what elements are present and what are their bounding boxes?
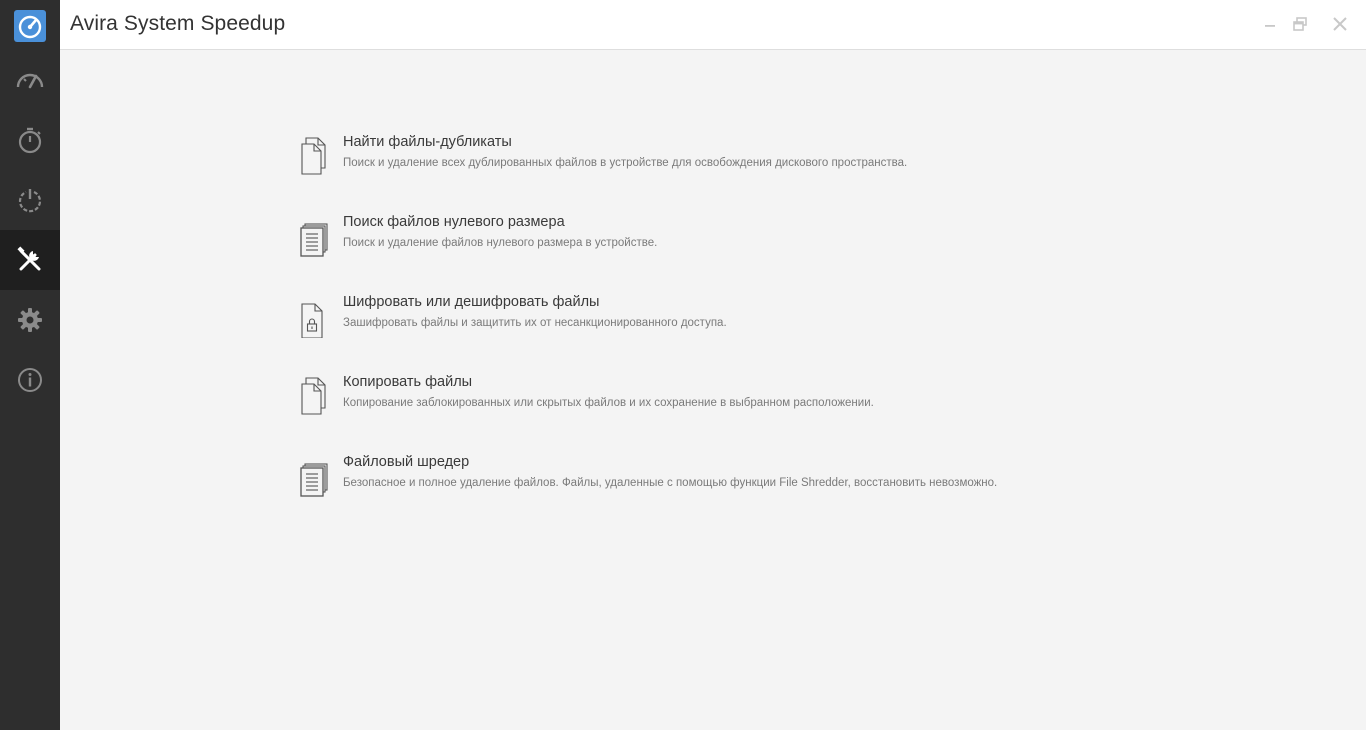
tool-title: Копировать файлы	[343, 374, 473, 390]
tool-title: Шифровать или дешифровать файлы	[343, 294, 600, 310]
app-title: Avira System Speedup	[70, 12, 286, 35]
speedometer-icon	[16, 73, 44, 89]
stopwatch-icon	[18, 127, 42, 154]
tool-description: Безопасное и полное удаление файлов. Фай…	[343, 477, 998, 489]
minimize-icon	[1265, 25, 1275, 27]
speedometer-logo-icon	[18, 15, 42, 39]
tool-description: Поиск и удаление всех дублированных файл…	[343, 157, 908, 169]
sidebar-item-tools[interactable]	[0, 230, 60, 290]
sidebar-item-optimize[interactable]	[0, 110, 60, 170]
tool-file-shredder[interactable]: Файловый шредер Безопасное и полное удал…	[298, 454, 1118, 516]
locked-file-icon	[301, 303, 323, 338]
shredder-document-icon	[300, 463, 328, 497]
tool-zero-size-files[interactable]: Поиск файлов нулевого размера Поиск и уд…	[298, 214, 1118, 276]
tool-copy-files[interactable]: Копировать файлы Копирование заблокирова…	[298, 374, 1118, 436]
power-startup-icon	[18, 189, 42, 213]
close-button[interactable]	[1328, 12, 1352, 36]
sidebar-item-startup[interactable]	[0, 170, 60, 230]
tool-description: Копирование заблокированных или скрытых …	[343, 397, 874, 409]
sidebar-item-settings[interactable]	[0, 290, 60, 350]
restore-icon	[1293, 17, 1307, 31]
close-icon	[1333, 17, 1347, 31]
duplicate-files-icon	[301, 137, 326, 175]
gear-icon	[18, 308, 42, 332]
restore-button[interactable]	[1288, 12, 1312, 36]
tool-find-duplicates[interactable]: Найти файлы-дубликаты Поиск и удаление в…	[298, 134, 1118, 196]
tool-description: Поиск и удаление файлов нулевого размера…	[343, 237, 658, 249]
sidebar-item-dashboard[interactable]	[0, 50, 60, 110]
tool-encrypt-decrypt[interactable]: Шифровать или дешифровать файлы Зашифров…	[298, 294, 1118, 356]
minimize-button[interactable]	[1258, 12, 1282, 36]
sidebar-item-info[interactable]	[0, 350, 60, 410]
tool-description: Зашифровать файлы и защитить их от несан…	[343, 317, 727, 329]
copy-files-icon	[301, 377, 326, 415]
stacked-document-icon	[300, 223, 328, 257]
tool-title: Найти файлы-дубликаты	[343, 134, 512, 150]
tools-icon	[17, 246, 41, 271]
tool-title: Поиск файлов нулевого размера	[343, 214, 565, 230]
tools-content: Найти файлы-дубликаты Поиск и удаление в…	[60, 51, 1366, 730]
sidebar	[0, 0, 60, 730]
app-logo[interactable]	[14, 10, 46, 42]
title-bar: Avira System Speedup	[60, 0, 1366, 50]
info-icon	[18, 368, 42, 392]
tool-title: Файловый шредер	[343, 454, 470, 470]
